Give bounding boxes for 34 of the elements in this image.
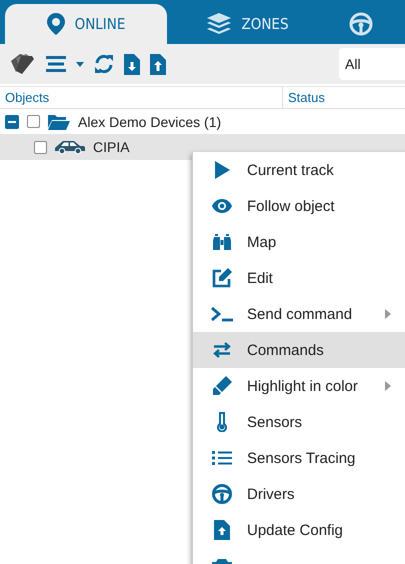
checkbox[interactable] [34, 140, 47, 154]
menu-icon[interactable] [46, 56, 66, 72]
column-header[interactable]: Objects [0, 87, 283, 108]
edit-icon [212, 268, 232, 288]
tags-icon[interactable] [10, 53, 36, 75]
refresh-icon[interactable] [94, 54, 114, 74]
play-icon [214, 161, 230, 179]
object-name: CIPIA [93, 139, 130, 155]
thermometer-icon [217, 412, 227, 432]
group-name: Alex Demo Devices (1) [78, 114, 222, 130]
steering-wheel-icon [212, 484, 232, 504]
folder-icon [48, 114, 70, 130]
file-upload-icon[interactable] [150, 54, 166, 74]
collapse-toggle[interactable] [5, 114, 19, 128]
tab[interactable]: ZONES [167, 4, 329, 44]
file-download-icon[interactable] [124, 54, 140, 74]
column-header[interactable]: Status [283, 87, 330, 108]
steering-wheel-icon [349, 12, 373, 36]
menu-item[interactable]: Current track [193, 152, 405, 188]
car-icon [55, 140, 85, 154]
exchange-icon [212, 342, 232, 358]
layers-icon [207, 13, 232, 35]
marker-pen-icon [212, 376, 232, 396]
eye-icon [212, 199, 232, 213]
file-upload-icon [214, 520, 230, 540]
menu-item[interactable]: Commands [193, 332, 405, 368]
terminal-icon [211, 306, 233, 322]
tab[interactable]: ONLINE [5, 4, 167, 44]
caret-icon[interactable] [76, 62, 84, 66]
binoculars-icon [213, 234, 231, 250]
list-icon [212, 450, 232, 466]
filter-dropdown[interactable]: All [339, 48, 405, 80]
map-pin-icon [46, 13, 65, 35]
checkbox[interactable] [27, 115, 40, 128]
